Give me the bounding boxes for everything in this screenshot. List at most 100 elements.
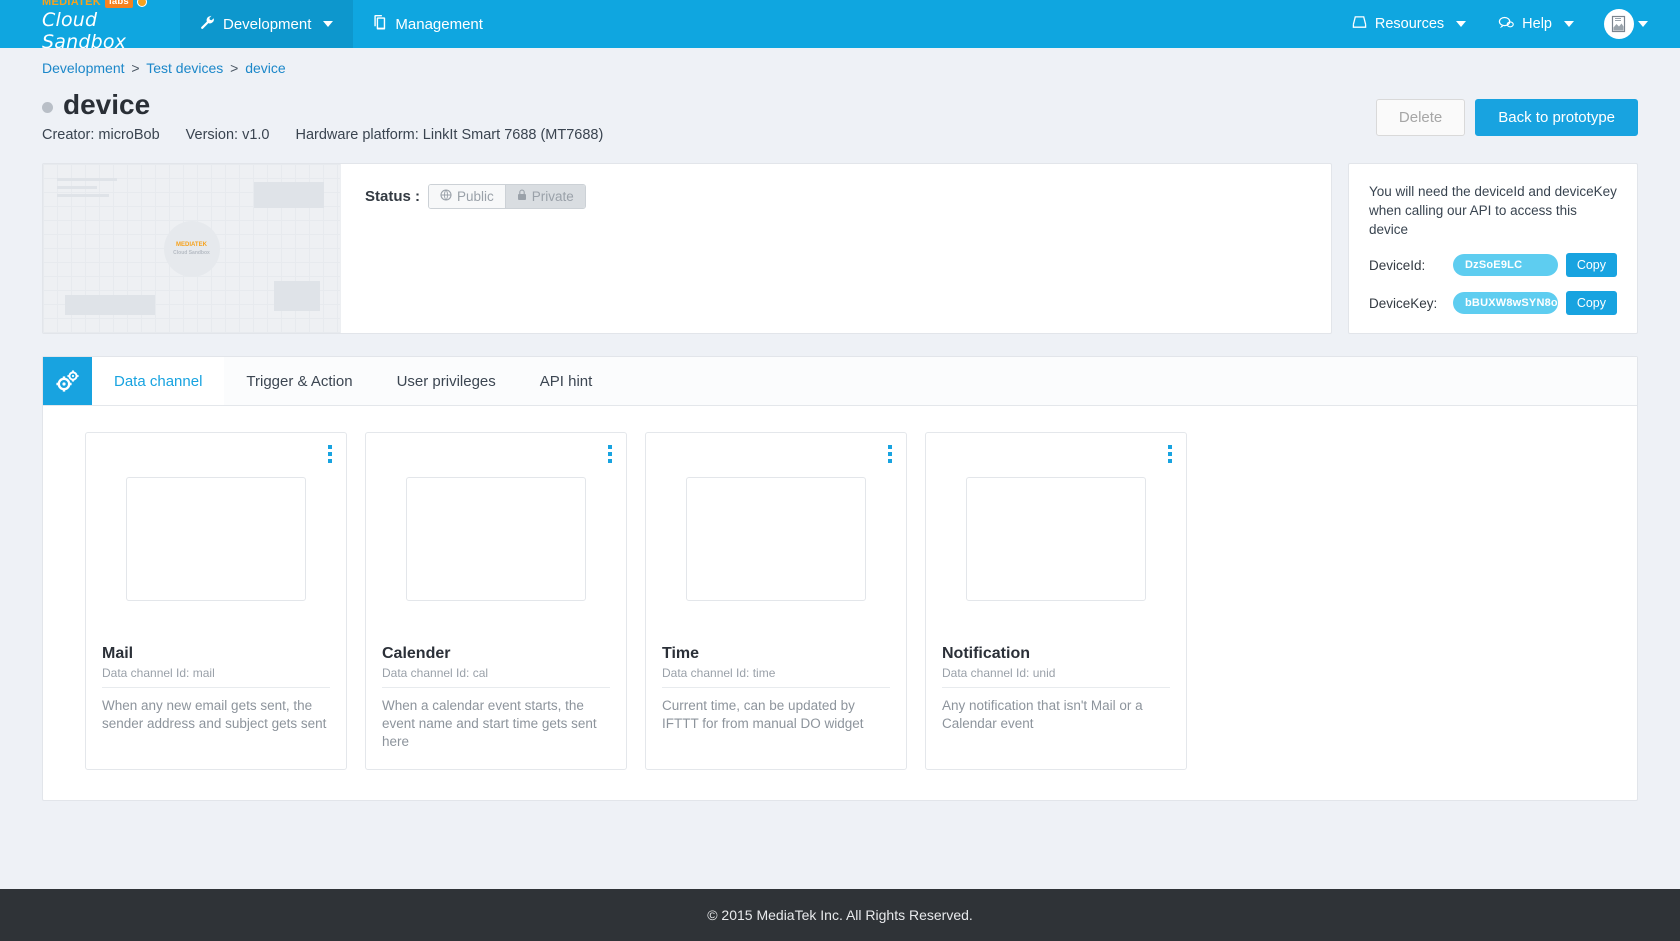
device-creator: Creator: microBob [42,127,160,143]
visibility-option-private-label: Private [531,189,574,204]
avatar [1604,9,1634,39]
device-title: device [42,89,1376,121]
status-line: Status : Public Private [365,184,1307,209]
thumb-decor-line [57,178,117,181]
data-channel-card[interactable]: Mail Data channel Id: mail When any new … [85,432,347,770]
delete-button[interactable]: Delete [1375,99,1466,136]
nav-item-resources-label: Resources [1374,16,1445,32]
brand-product-name: Cloud Sandbox [42,9,127,53]
brand-logo-top: MEDIATEK labs [42,0,180,8]
globe-icon [440,189,452,204]
thumb-decor-line [57,186,97,189]
chat-icon [1498,16,1514,33]
device-key-value: bBUXW8wSYN8ob5sU [1453,292,1558,314]
channel-title: Time [662,645,700,662]
channel-menu-icon[interactable] [1168,445,1172,463]
copy-icon [373,14,387,34]
breadcrumb-item-development[interactable]: Development [42,60,125,76]
device-id-value: DzSoE9LC [1453,254,1558,276]
device-platform: Hardware platform: LinkIt Smart 7688 (MT… [295,127,604,143]
chevron-down-icon [1456,21,1467,27]
tab-data-channel-label: Data channel [114,372,203,390]
visibility-toggle: Public Private [428,184,586,209]
page-title-row: device Creator: microBob Version: v1.0 H… [42,89,1638,143]
tab-api-hint-label: API hint [539,372,593,390]
breadcrumb-item-device[interactable]: device [245,60,285,76]
breadcrumb-separator: > [131,60,140,76]
lock-icon [517,189,527,204]
nav-item-resources[interactable]: Resources [1338,0,1480,48]
channel-thumbnail [406,477,586,601]
footer-copyright: © 2015 MediaTek Inc. All Rights Reserved… [707,907,973,923]
channel-thumbnail [126,477,306,601]
nav-item-help[interactable]: Help [1484,0,1588,48]
tab-trigger-action-label: Trigger & Action [246,372,353,390]
thumb-cloud-bottom-text: Cloud Sandbox [173,249,210,256]
back-to-prototype-button[interactable]: Back to prototype [1475,99,1638,136]
nav-item-help-label: Help [1522,16,1552,32]
device-panel: MEDIATEK Cloud Sandbox Status : Public P… [42,163,1332,334]
chevron-down-icon [1564,21,1574,27]
channel-menu-icon[interactable] [888,445,892,463]
api-note: You will need the deviceId and deviceKey… [1369,184,1617,237]
mediatek-cloud-logo-icon: MEDIATEK Cloud Sandbox [163,220,220,277]
gears-icon [43,357,92,405]
broken-image-avatar-icon [1610,15,1628,33]
thumb-decor-block [65,295,155,315]
page-actions: Delete Back to prototype [1375,89,1638,136]
nav-item-development[interactable]: Development [180,0,354,48]
user-account-menu[interactable] [1592,9,1658,39]
device-id-row: DeviceId: DzSoE9LC Copy [1369,253,1617,277]
page-title: device [63,89,151,120]
brand-labs-badge: labs [105,0,133,8]
device-detail-tabs-card: Data channel Trigger & Action User privi… [42,356,1638,801]
channel-menu-icon[interactable] [608,445,612,463]
channel-description: Any notification that isn't Mail or a Ca… [942,698,1143,731]
tab-user-privileges-label: User privileges [396,372,496,390]
nav-item-management[interactable]: Management [353,0,503,48]
device-key-row: DeviceKey: bBUXW8wSYN8ob5sU Copy [1369,291,1617,315]
device-version: Version: v1.0 [185,127,270,143]
breadcrumb: Development > Test devices > device [42,48,1638,76]
brand-mediatek-text: MEDIATEK [42,0,102,8]
page-content: Development > Test devices > device devi… [0,48,1680,801]
channel-description: When a calendar event starts, the event … [382,698,597,749]
copy-device-id-button[interactable]: Copy [1565,253,1617,277]
tab-data-channel[interactable]: Data channel [92,357,225,405]
channel-thumbnail [686,477,866,601]
thumb-decor-line [57,194,109,197]
thumb-cloud-top-text: MEDIATEK [176,241,207,248]
status-badge [42,101,53,113]
channel-title: Notification [942,645,1030,662]
data-channel-card[interactable]: Calender Data channel Id: cal When a cal… [365,432,627,770]
copy-device-key-button[interactable]: Copy [1565,291,1617,315]
brand-logo[interactable]: MEDIATEK labs Cloud Sandbox [0,0,180,53]
tab-trigger-action[interactable]: Trigger & Action [224,357,375,405]
channel-description: When any new email gets sent, the sender… [102,698,327,731]
tab-user-privileges[interactable]: User privileges [374,357,518,405]
brand-dot-icon [136,0,147,7]
channel-id: Data channel Id: time [662,666,890,688]
visibility-option-private[interactable]: Private [504,185,585,208]
thumb-decor-block [254,182,324,208]
device-id-label: DeviceId: [1369,257,1426,273]
thumb-decor-block [274,281,320,311]
channel-id: Data channel Id: mail [102,666,330,688]
primary-nav-items: Development Management [180,0,503,48]
data-channel-card[interactable]: Time Data channel Id: time Current time,… [645,432,907,770]
visibility-option-public[interactable]: Public [429,185,505,208]
channel-menu-icon[interactable] [328,445,332,463]
chevron-down-icon [323,21,334,27]
channel-description: Current time, can be updated by IFTTT fo… [662,698,864,731]
channel-title: Calender [382,645,451,662]
chevron-down-icon [1638,21,1648,27]
page-footer: © 2015 MediaTek Inc. All Rights Reserved… [0,889,1680,941]
breadcrumb-item-test-devices[interactable]: Test devices [146,60,223,76]
nav-item-management-label: Management [395,15,483,33]
breadcrumb-separator: > [230,60,239,76]
wrench-icon [200,15,215,34]
top-navigation-bar: MEDIATEK labs Cloud Sandbox Development … [0,0,1680,53]
tab-api-hint[interactable]: API hint [517,357,615,405]
nav-item-development-label: Development [223,15,312,33]
data-channel-card[interactable]: Notification Data channel Id: unid Any n… [925,432,1187,770]
